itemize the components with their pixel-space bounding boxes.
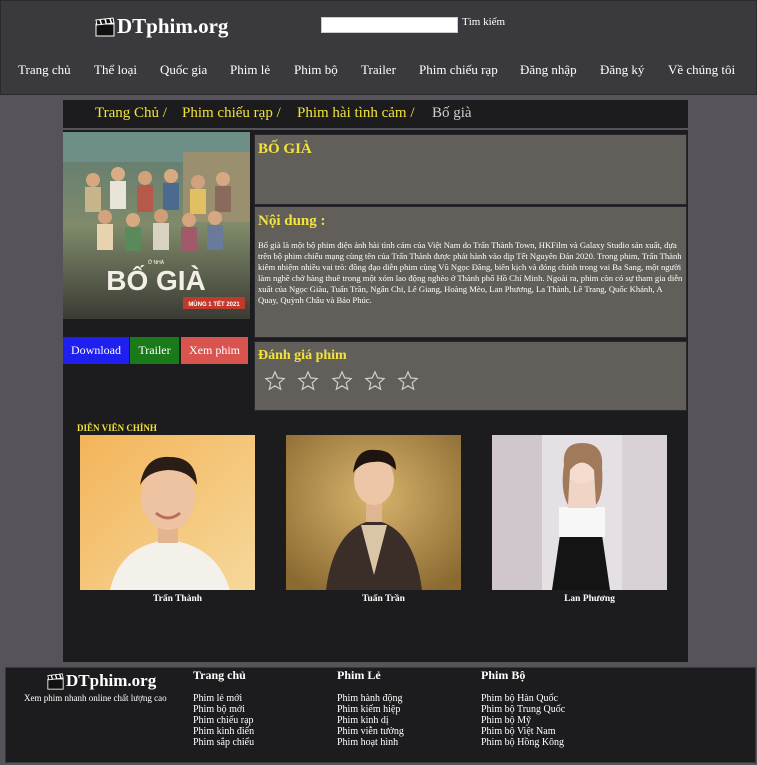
- cast-name-2[interactable]: Tuấn Trần: [296, 594, 471, 604]
- nav-item-cinema[interactable]: Phim chiếu rạp: [419, 62, 498, 78]
- footer-link[interactable]: Phim bộ Việt Nam: [481, 726, 565, 737]
- footer-column-home: Phim lẻ mới Phim bộ mới Phim chiếu rạp P…: [193, 693, 254, 748]
- poster-image: Ở NHÀ BỐ GIÀ MÙNG 1 TẾT 2021: [63, 132, 250, 319]
- footer-link[interactable]: Phim bộ Mỹ: [481, 715, 565, 726]
- footer-link[interactable]: Phim sắp chiếu: [193, 737, 254, 748]
- poster-date-text: MÙNG 1 TẾT 2021: [188, 301, 240, 308]
- actor-image: [286, 435, 461, 590]
- cast-heading: DIỄN VIÊN CHÍNH: [77, 423, 157, 433]
- footer-link[interactable]: Phim bộ Hàn Quốc: [481, 693, 565, 704]
- footer-link[interactable]: Phim kinh điển: [193, 726, 254, 737]
- footer-link[interactable]: Phim viễn tưởng: [337, 726, 404, 737]
- actor-image: [80, 435, 255, 590]
- site-logo-text: DTphim.org: [117, 14, 229, 38]
- breadcrumb-home[interactable]: Trang Chủ /: [95, 105, 167, 122]
- breadcrumb-genre[interactable]: Phim hài tình cảm /: [297, 105, 415, 122]
- nav-item-genre[interactable]: Thể loại: [94, 62, 137, 78]
- search-input[interactable]: [321, 17, 458, 33]
- footer: DTphim.org Xem phim nhanh online chất lư…: [5, 667, 756, 763]
- footer-column-single: Phim hành động Phim kiếm hiệp Phim kinh …: [337, 693, 404, 748]
- star-icon-4[interactable]: [364, 370, 386, 392]
- breadcrumb: Trang Chủ / Phim chiếu rạp / Phim hài tì…: [63, 100, 688, 130]
- footer-heading-single[interactable]: Phim Lẻ: [337, 668, 381, 683]
- star-icon-1[interactable]: [264, 370, 286, 392]
- cast-name-3[interactable]: Lan Phương: [502, 594, 677, 604]
- footer-link[interactable]: Phim bộ mới: [193, 704, 254, 715]
- star-icon-5[interactable]: [397, 370, 419, 392]
- footer-logo[interactable]: DTphim.org: [47, 671, 156, 691]
- footer-link[interactable]: Phim hành động: [337, 693, 404, 704]
- movie-title: BỐ GIÀ: [258, 141, 312, 157]
- nav-item-trailer[interactable]: Trailer: [361, 62, 396, 78]
- header: DTphim.org Tìm kiếm: [0, 0, 757, 50]
- clapperboard-icon: [47, 672, 64, 690]
- footer-link[interactable]: Phim bộ Hồng Kông: [481, 737, 565, 748]
- trailer-button[interactable]: Trailer: [130, 337, 179, 364]
- content-panel: Nội dung : Bố già là một bộ phim điện ản…: [254, 206, 687, 338]
- nav-item-series[interactable]: Phim bộ: [294, 62, 338, 78]
- footer-column-series: Phim bộ Hàn Quốc Phim bộ Trung Quốc Phim…: [481, 693, 565, 748]
- rating-heading: Đánh giá phim: [258, 348, 347, 363]
- nav-item-home[interactable]: Trang chủ: [18, 62, 71, 78]
- movie-poster[interactable]: Ở NHÀ BỐ GIÀ MÙNG 1 TẾT 2021: [63, 132, 250, 319]
- breadcrumb-current: Bố già: [432, 105, 472, 121]
- cast-name-1[interactable]: Trấn Thành: [90, 594, 265, 604]
- footer-heading-home[interactable]: Trang chủ: [193, 668, 246, 683]
- footer-link[interactable]: Phim hoạt hình: [337, 737, 404, 748]
- download-button[interactable]: Download: [63, 337, 129, 364]
- cast-photo-3[interactable]: [492, 435, 667, 590]
- nav-item-about[interactable]: Về chúng tôi: [668, 62, 735, 78]
- cast-photo-1[interactable]: [80, 435, 255, 590]
- breadcrumb-cinema[interactable]: Phim chiếu rạp /: [182, 105, 281, 122]
- poster-title-text: BỐ GIÀ: [106, 264, 206, 296]
- search-button[interactable]: Tìm kiếm: [462, 16, 505, 28]
- cast-photo-2[interactable]: [286, 435, 461, 590]
- star-icon-2[interactable]: [297, 370, 319, 392]
- footer-logo-text: DTphim.org: [66, 671, 157, 690]
- footer-heading-series[interactable]: Phim Bộ: [481, 668, 525, 683]
- nav-item-register[interactable]: Đăng ký: [600, 62, 644, 78]
- site-logo[interactable]: DTphim.org: [95, 14, 228, 39]
- main-nav: Trang chủ Thể loại Quốc gia Phim lẻ Phim…: [0, 48, 757, 95]
- nav-item-single-movies[interactable]: Phim lẻ: [230, 62, 270, 78]
- title-panel: BỐ GIÀ: [254, 134, 687, 205]
- content-heading: Nội dung :: [258, 213, 326, 229]
- watch-button[interactable]: Xem phim: [181, 337, 248, 364]
- footer-tagline: Xem phim nhanh online chất lượng cao: [24, 693, 167, 703]
- star-icon-3[interactable]: [331, 370, 353, 392]
- footer-link[interactable]: Phim lẻ mới: [193, 693, 254, 704]
- footer-link[interactable]: Phim chiếu rạp: [193, 715, 254, 726]
- nav-item-country[interactable]: Quốc gia: [160, 62, 207, 78]
- actor-image: [492, 435, 667, 590]
- movie-description: Bố già là một bộ phim điện ảnh hài tình …: [258, 240, 683, 305]
- footer-link[interactable]: Phim kinh dị: [337, 715, 404, 726]
- footer-link[interactable]: Phim bộ Trung Quốc: [481, 704, 565, 715]
- footer-link[interactable]: Phim kiếm hiệp: [337, 704, 404, 715]
- clapperboard-icon: [95, 16, 115, 36]
- nav-item-login[interactable]: Đăng nhập: [520, 62, 577, 78]
- movie-detail: Trang Chủ / Phim chiếu rạp / Phim hài tì…: [63, 100, 688, 662]
